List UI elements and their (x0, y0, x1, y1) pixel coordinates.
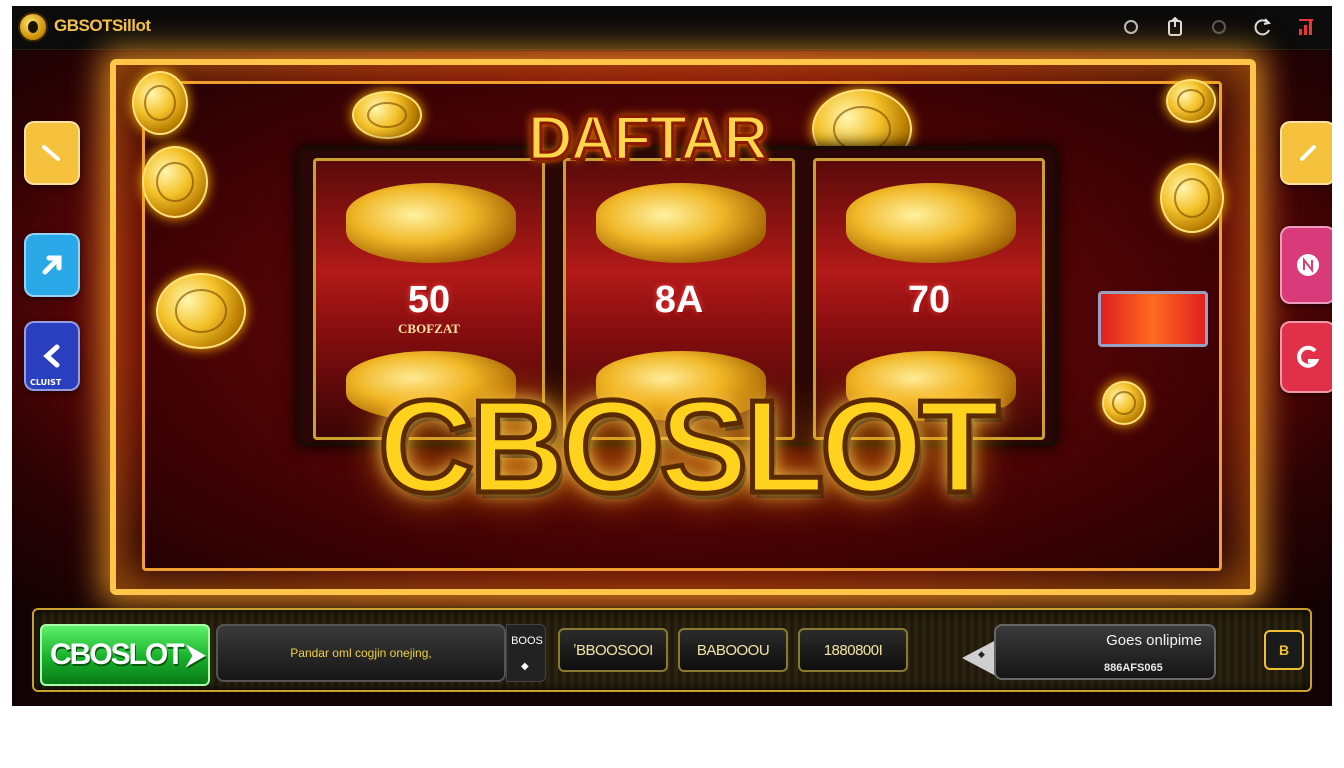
reel-value: 70 (907, 279, 951, 321)
record-icon[interactable] (1120, 16, 1142, 38)
side-button-edit[interactable] (24, 121, 80, 185)
arrow-right-icon: ⮞ (186, 639, 206, 669)
banner-headline: DAFTAR (526, 103, 769, 175)
side-button-game[interactable] (1280, 321, 1332, 393)
coin-icon (132, 71, 188, 135)
stat-chip[interactable]: 1880800I (798, 628, 908, 672)
game-window: GBSOTSillot 50 CBOFZAT 8A 70 DAFTAR CBOS… (12, 6, 1332, 706)
reel-value: 8A (654, 279, 704, 321)
circle-icon[interactable] (1208, 16, 1230, 38)
bottom-bar: CBOSLOT ⮞ Pandar oml cogjin onejing, BOO… (32, 608, 1312, 692)
app-title: GBSOTSillot (54, 16, 151, 35)
coin-icon (1160, 163, 1224, 233)
register-button[interactable]: CBOSLOT ⮞ (40, 624, 210, 686)
stat-chip[interactable]: ʼBBOOSOOI (558, 628, 668, 672)
game-stage: 50 CBOFZAT 8A 70 DAFTAR CBOSLOT CLUIST (12, 51, 1332, 606)
search-side-label: BOOS (511, 635, 543, 647)
status-value: 886AFS065 (1104, 662, 1163, 674)
coin-icon (352, 91, 422, 139)
side-button-edit-right[interactable] (1280, 121, 1332, 185)
register-button-label: CBOSLOT (50, 638, 185, 671)
reel-symbol (346, 183, 516, 263)
side-button-profile[interactable] (1280, 226, 1332, 304)
pencil-icon (42, 145, 60, 161)
refresh-icon[interactable] (1252, 16, 1274, 38)
circle-n-icon (1297, 254, 1319, 276)
reel-label: CBOFZAT (398, 321, 460, 336)
coin-icon (142, 146, 208, 218)
search-input[interactable]: Pandar oml cogjin onejing, (216, 624, 506, 682)
share-icon[interactable] (1164, 16, 1186, 38)
logo-icon (18, 12, 48, 42)
g-icon (1297, 345, 1320, 368)
signal-icon[interactable] (1296, 16, 1318, 38)
top-bar: GBSOTSillot (12, 6, 1332, 50)
side-button-back[interactable]: CLUIST (24, 321, 80, 391)
chevron-left-icon (43, 344, 60, 368)
pencil-icon (1300, 145, 1316, 161)
status-label: Goes onlipime (1106, 632, 1202, 649)
reel-value: 50 (407, 279, 451, 321)
brand-logo-text: CBOSLOT (376, 371, 1002, 523)
bonus-meter (1098, 291, 1208, 347)
menu-button[interactable]: B (1264, 630, 1304, 670)
search-side-panel[interactable]: BOOS ◆ (506, 624, 546, 682)
status-panel: Goes onlipime 886AFS065 (994, 624, 1216, 680)
side-button-label: CLUIST (30, 378, 62, 387)
dot-icon: ◆ (978, 650, 985, 660)
coin-icon (156, 273, 246, 349)
stat-chip[interactable]: BABOOOU (678, 628, 788, 672)
reel-symbol (596, 183, 766, 263)
reel-symbol (846, 183, 1016, 263)
dot-icon: ◆ (521, 661, 529, 672)
side-button-arrow[interactable] (24, 233, 80, 297)
coin-icon (1166, 79, 1216, 123)
arrow-up-right-icon (42, 255, 62, 275)
coin-icon (1102, 381, 1146, 425)
